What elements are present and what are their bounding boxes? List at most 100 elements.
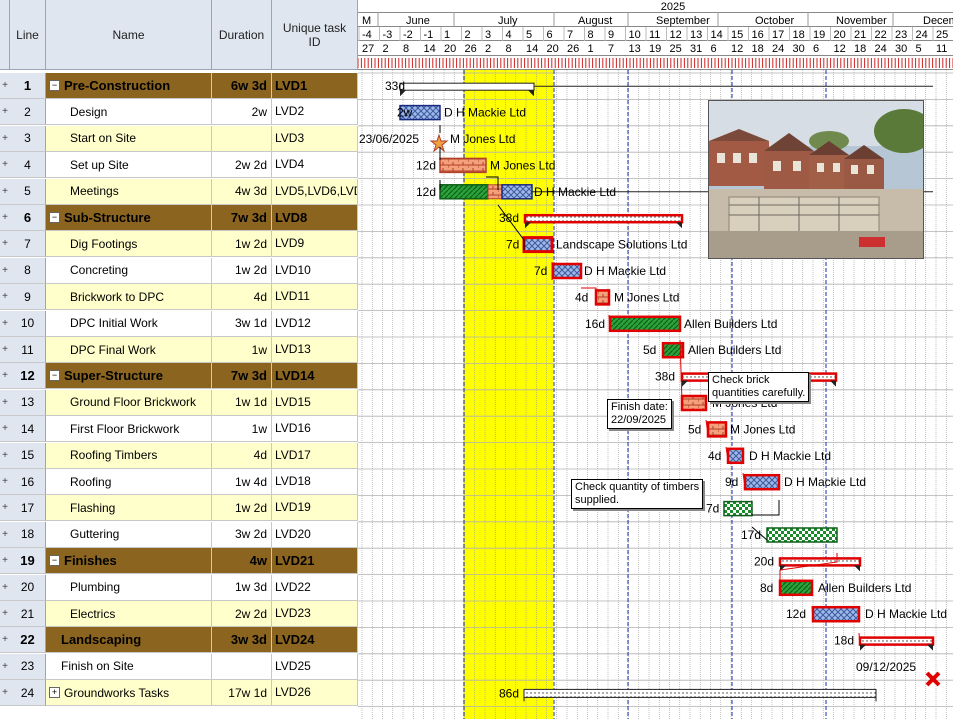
task-row[interactable]: +17 Flashing 1w 2d LVD19 <box>0 495 358 522</box>
row-expand-icon[interactable]: + <box>0 389 10 416</box>
task-name[interactable]: + Groundworks Tasks <box>46 680 212 707</box>
duration-column-header[interactable]: Duration <box>212 0 272 70</box>
expand-icon[interactable]: + <box>49 687 60 699</box>
task-row[interactable]: +23 Finish on Site LVD25 <box>0 653 358 680</box>
task-unique-id[interactable]: LVD8 <box>272 205 358 231</box>
task-duration[interactable]: 7w 3d <box>212 363 272 390</box>
row-expand-icon[interactable]: + <box>0 416 10 443</box>
task-unique-id[interactable]: LVD3 <box>272 125 358 152</box>
task-row[interactable]: +24 + Groundworks Tasks 17w 1d LVD26 <box>0 680 358 707</box>
row-expand-icon[interactable]: + <box>0 231 10 258</box>
task-name[interactable]: − Sub-Structure <box>46 205 212 231</box>
task-duration[interactable]: 1w 2d <box>212 257 272 284</box>
task-row[interactable]: +22 Landscaping 3w 3d LVD24 <box>0 627 358 654</box>
task-row[interactable]: +18 Guttering 3w 2d LVD20 <box>0 521 358 548</box>
task-name[interactable]: DPC Initial Work <box>46 310 212 337</box>
task-duration[interactable]: 3w 2d <box>212 521 272 548</box>
task-name[interactable]: First Floor Brickwork <box>46 416 212 443</box>
collapse-icon[interactable]: − <box>49 370 60 382</box>
row-expand-icon[interactable]: + <box>0 125 10 152</box>
collapse-icon[interactable]: − <box>49 212 60 223</box>
task-name[interactable]: Set up Site <box>46 152 212 179</box>
task-unique-id[interactable]: LVD9 <box>272 231 358 258</box>
note-check-brick[interactable]: Check brick quantities carefully. <box>708 372 810 402</box>
task-unique-id[interactable]: LVD20 <box>272 521 358 548</box>
task-duration[interactable]: 1w 4d <box>212 469 272 495</box>
task-unique-id[interactable]: LVD4 <box>272 152 358 179</box>
task-unique-id[interactable]: LVD5,LVD6,LVD7 <box>272 178 358 205</box>
row-expand-icon[interactable]: + <box>0 99 10 126</box>
task-duration[interactable]: 3w 3d <box>212 627 272 654</box>
task-name[interactable]: Meetings <box>46 178 212 205</box>
task-row[interactable]: +16 Roofing 1w 4d LVD18 <box>0 469 358 495</box>
task-duration[interactable]: 1w 3d <box>212 574 272 601</box>
task-duration[interactable]: 17w 1d <box>212 680 272 707</box>
task-unique-id[interactable]: LVD13 <box>272 337 358 363</box>
row-expand-icon[interactable]: + <box>0 178 10 205</box>
task-name[interactable]: Concreting <box>46 257 212 284</box>
gantt-chart[interactable]: 2025 M June July August September October Novem… <box>358 0 953 719</box>
task-row[interactable]: +11 DPC Final Work 1w LVD13 <box>0 337 358 363</box>
task-name[interactable]: Design <box>46 99 212 126</box>
task-name[interactable]: − Finishes <box>46 548 212 575</box>
task-row[interactable]: +19− Finishes 4w LVD21 <box>0 548 358 575</box>
task-row[interactable]: +12− Super-Structure 7w 3d LVD14 <box>0 363 358 390</box>
task-duration[interactable]: 4w 3d <box>212 178 272 205</box>
row-expand-icon[interactable]: + <box>0 601 10 627</box>
task-unique-id[interactable]: LVD10 <box>272 257 358 284</box>
task-unique-id[interactable]: LVD25 <box>272 653 358 680</box>
collapse-icon[interactable]: − <box>49 80 60 91</box>
task-name[interactable]: − Super-Structure <box>46 363 212 390</box>
task-name[interactable]: Guttering <box>46 521 212 548</box>
row-expand-icon[interactable]: + <box>0 548 10 575</box>
task-row[interactable]: +21 Electrics 2w 2d LVD23 <box>0 601 358 627</box>
task-row[interactable]: +5 Meetings 4w 3dLVD5,LVD6,LVD7 <box>0 178 358 205</box>
task-duration[interactable]: 7w 3d <box>212 205 272 231</box>
task-duration[interactable]: 2w <box>212 99 272 126</box>
task-duration[interactable]: 1w 2d <box>212 231 272 258</box>
task-name[interactable]: − Pre-Construction <box>46 73 212 99</box>
task-row[interactable]: +4 Set up Site 2w 2d LVD4 <box>0 152 358 179</box>
task-unique-id[interactable]: LVD24 <box>272 627 358 654</box>
task-unique-id[interactable]: LVD1 <box>272 73 358 99</box>
task-unique-id[interactable]: LVD11 <box>272 284 358 311</box>
construction-site-photo[interactable] <box>708 100 924 259</box>
row-expand-icon[interactable]: + <box>0 205 10 231</box>
task-row[interactable]: +20 Plumbing 1w 3d LVD22 <box>0 574 358 601</box>
row-expand-icon[interactable]: + <box>0 469 10 495</box>
row-expand-icon[interactable]: + <box>0 442 10 469</box>
task-duration[interactable]: 2w 2d <box>212 601 272 627</box>
task-row[interactable]: +10 DPC Initial Work 3w 1d LVD12 <box>0 310 358 337</box>
task-duration[interactable]: 4d <box>212 284 272 311</box>
task-unique-id[interactable]: LVD26 <box>272 680 358 707</box>
task-row[interactable]: +1− Pre-Construction 6w 3d LVD1 <box>0 73 358 99</box>
task-row[interactable]: +3 Start on Site LVD3 <box>0 125 358 152</box>
task-duration[interactable]: 3w 1d <box>212 310 272 337</box>
task-unique-id[interactable]: LVD14 <box>272 363 358 390</box>
row-expand-icon[interactable]: + <box>0 284 10 311</box>
task-row[interactable]: +6− Sub-Structure 7w 3d LVD8 <box>0 205 358 231</box>
task-name[interactable]: Landscaping <box>46 627 212 654</box>
row-expand-icon[interactable]: + <box>0 574 10 601</box>
task-name[interactable]: Electrics <box>46 601 212 627</box>
task-row[interactable]: +2 Design 2w LVD2 <box>0 99 358 126</box>
task-name[interactable]: Flashing <box>46 495 212 522</box>
task-name[interactable]: Finish on Site <box>46 653 212 680</box>
task-row[interactable]: +7 Dig Footings 1w 2d LVD9 <box>0 231 358 258</box>
task-duration[interactable] <box>212 125 272 152</box>
note-finish-date[interactable]: Finish date: 22/09/2025 <box>607 399 672 429</box>
task-row[interactable]: +15 Roofing Timbers 4d LVD17 <box>0 442 358 469</box>
row-expand-icon[interactable]: + <box>0 363 10 390</box>
row-expand-icon[interactable]: + <box>0 680 10 707</box>
task-name[interactable]: Roofing Timbers <box>46 442 212 469</box>
task-unique-id[interactable]: LVD19 <box>272 495 358 522</box>
task-unique-id[interactable]: LVD17 <box>272 442 358 469</box>
task-row[interactable]: +8 Concreting 1w 2d LVD10 <box>0 257 358 284</box>
task-duration[interactable]: 2w 2d <box>212 152 272 179</box>
task-duration[interactable]: 1w 2d <box>212 495 272 522</box>
task-unique-id[interactable]: LVD2 <box>272 99 358 126</box>
line-column-header[interactable]: Line <box>10 0 46 70</box>
task-duration[interactable]: 1w 1d <box>212 389 272 416</box>
row-expand-icon[interactable]: + <box>0 495 10 522</box>
unique-id-column-header[interactable]: Unique task ID <box>272 0 358 70</box>
